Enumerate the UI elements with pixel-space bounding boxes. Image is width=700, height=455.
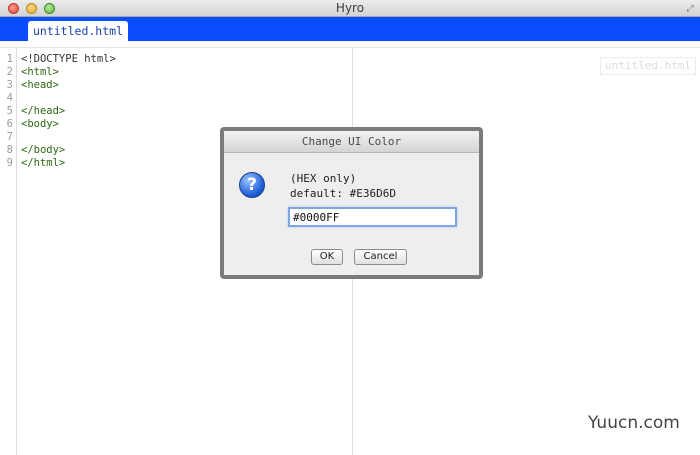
code-line[interactable]: <body> bbox=[21, 118, 116, 131]
code-line[interactable]: <html> bbox=[21, 66, 116, 79]
code-line[interactable] bbox=[21, 92, 116, 105]
line-number: 2 bbox=[6, 66, 13, 78]
tab-untitled-html[interactable]: untitled.html bbox=[28, 21, 128, 41]
change-ui-color-dialog: Change UI Color ? (HEX only) default: #E… bbox=[220, 127, 483, 279]
line-number: 7 bbox=[6, 131, 13, 143]
ok-button[interactable]: OK bbox=[311, 249, 343, 265]
code-line[interactable]: </head> bbox=[21, 105, 116, 118]
tab-bar: untitled.html bbox=[0, 17, 700, 41]
question-icon: ? bbox=[239, 172, 265, 198]
code-line[interactable]: </html> bbox=[21, 157, 116, 170]
fullscreen-icon[interactable]: ⤢ bbox=[685, 3, 695, 13]
cancel-button[interactable]: Cancel bbox=[354, 249, 407, 265]
code-line[interactable] bbox=[21, 131, 116, 144]
hex-color-input[interactable] bbox=[288, 207, 457, 227]
code-line[interactable]: </body> bbox=[21, 144, 116, 157]
dialog-title: Change UI Color bbox=[224, 131, 479, 153]
dialog-message: (HEX only) default: #E36D6D bbox=[290, 171, 396, 201]
line-number: 8 bbox=[6, 144, 13, 156]
code-line[interactable]: <!DOCTYPE html> bbox=[21, 53, 116, 66]
dialog-message-line: (HEX only) bbox=[290, 172, 357, 185]
code-line[interactable]: <head> bbox=[21, 79, 116, 92]
line-number: 3 bbox=[6, 79, 13, 91]
line-number: 9 bbox=[6, 157, 13, 169]
window-title: Hyro bbox=[335, 1, 365, 15]
title-bar: Hyro ⤢ bbox=[0, 0, 700, 17]
line-number: 6 bbox=[6, 118, 13, 130]
watermark: Yuucn.com bbox=[588, 413, 680, 433]
line-number-gutter: 1 2 3 4 5 6 7 8 9 bbox=[0, 48, 17, 455]
dialog-message-line: default: #E36D6D bbox=[290, 187, 396, 200]
line-number: 4 bbox=[6, 92, 13, 104]
preview-page-title: untitled.html bbox=[600, 57, 696, 75]
code-content[interactable]: <!DOCTYPE html> <html> <head> </head> <b… bbox=[21, 53, 116, 170]
line-number: 1 bbox=[6, 53, 13, 65]
line-number: 5 bbox=[6, 105, 13, 117]
